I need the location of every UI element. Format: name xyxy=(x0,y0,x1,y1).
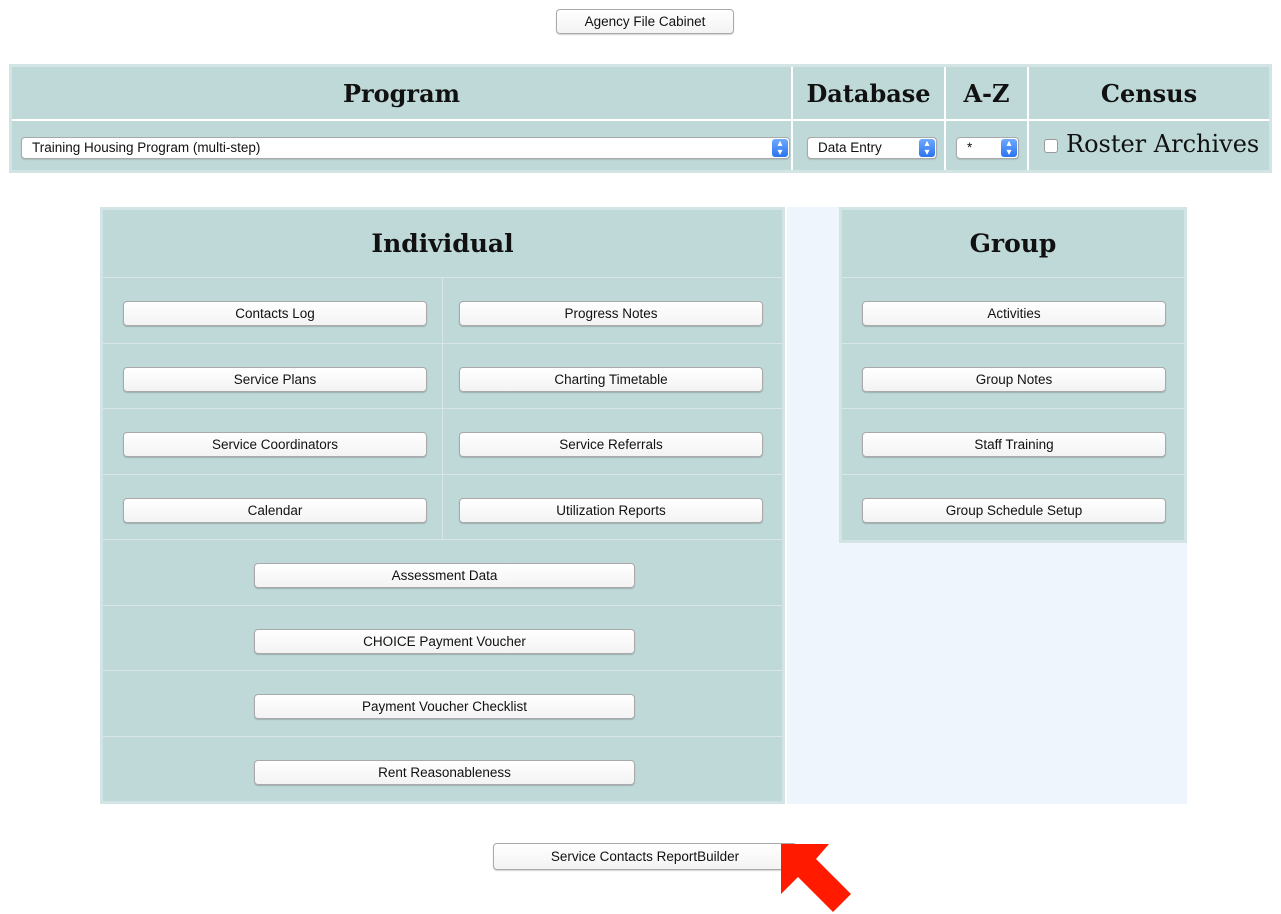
group-title: Group xyxy=(969,229,1057,258)
az-header: A-Z xyxy=(946,67,1027,119)
group-notes-button[interactable]: Group Notes xyxy=(862,367,1166,392)
program-header: Program xyxy=(12,67,791,119)
program-selector-table: Program Database A-Z Census Training Hou… xyxy=(9,64,1272,173)
service-plans-button[interactable]: Service Plans xyxy=(123,367,427,392)
payment-voucher-checklist-button[interactable]: Payment Voucher Checklist xyxy=(254,694,635,719)
individual-panel: Individual Contacts Log Progress Notes S… xyxy=(100,207,785,804)
program-select-value: Training Housing Program (multi-step) xyxy=(32,140,261,155)
choice-payment-voucher-button[interactable]: CHOICE Payment Voucher xyxy=(254,629,635,654)
agency-file-cabinet-button[interactable]: Agency File Cabinet xyxy=(556,9,734,34)
select-arrows-icon: ▴ ▾ xyxy=(1001,139,1017,158)
assessment-data-button[interactable]: Assessment Data xyxy=(254,563,635,588)
az-select-value: * xyxy=(967,140,973,155)
individual-title: Individual xyxy=(371,229,514,258)
charting-timetable-button[interactable]: Charting Timetable xyxy=(459,367,763,392)
database-header: Database xyxy=(793,67,944,119)
select-arrows-icon: ▴ ▾ xyxy=(772,139,788,158)
group-panel: Group Activities Group Notes Staff Train… xyxy=(839,207,1187,543)
program-select[interactable]: Training Housing Program (multi-step) ▴ ▾ xyxy=(21,137,790,159)
progress-notes-button[interactable]: Progress Notes xyxy=(459,301,763,326)
select-arrows-icon: ▴ ▾ xyxy=(919,139,935,158)
service-coordinators-button[interactable]: Service Coordinators xyxy=(123,432,427,457)
calendar-button[interactable]: Calendar xyxy=(123,498,427,523)
census-cell: Roster Archives xyxy=(1029,121,1269,170)
staff-training-button[interactable]: Staff Training xyxy=(862,432,1166,457)
database-select[interactable]: Data Entry ▴ ▾ xyxy=(807,137,937,159)
census-header: Census xyxy=(1029,67,1269,119)
red-arrow-annotation xyxy=(781,844,851,912)
roster-archives-checkbox[interactable] xyxy=(1044,139,1058,153)
group-schedule-setup-button[interactable]: Group Schedule Setup xyxy=(862,498,1166,523)
contacts-log-button[interactable]: Contacts Log xyxy=(123,301,427,326)
activities-button[interactable]: Activities xyxy=(862,301,1166,326)
database-select-value: Data Entry xyxy=(818,140,882,155)
program-select-cell: Training Housing Program (multi-step) ▴ ▾ xyxy=(12,121,791,170)
database-select-cell: Data Entry ▴ ▾ xyxy=(793,121,944,170)
rent-reasonableness-button[interactable]: Rent Reasonableness xyxy=(254,760,635,785)
roster-archives-label: Roster Archives xyxy=(1066,130,1260,158)
az-select[interactable]: * ▴ ▾ xyxy=(956,137,1019,159)
service-contacts-reportbuilder-button[interactable]: Service Contacts ReportBuilder xyxy=(493,843,797,870)
az-select-cell: * ▴ ▾ xyxy=(946,121,1027,170)
service-referrals-button[interactable]: Service Referrals xyxy=(459,432,763,457)
utilization-reports-button[interactable]: Utilization Reports xyxy=(459,498,763,523)
